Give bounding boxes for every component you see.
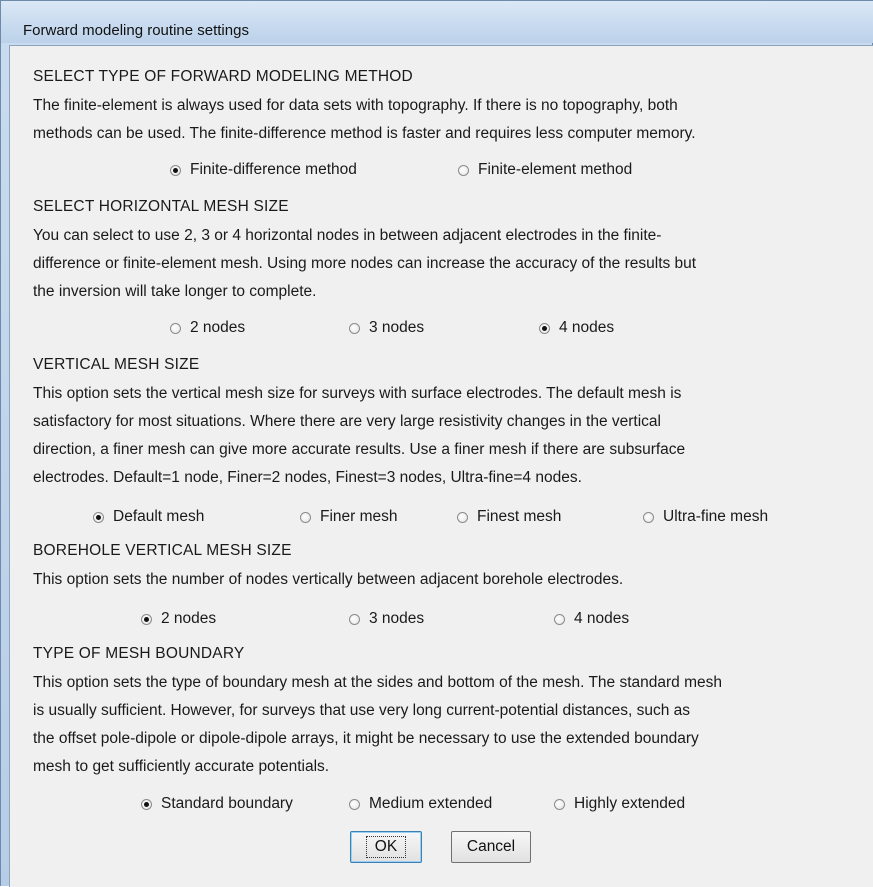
radio-medium-extended[interactable]: Medium extended — [349, 795, 492, 813]
radio-selected-indicator — [93, 511, 104, 523]
dialog-body: SELECT TYPE OF FORWARD MODELING METHOD T… — [9, 45, 873, 887]
radio-standard-boundary[interactable]: Standard boundary — [141, 795, 293, 813]
radio-label: 4 nodes — [574, 610, 630, 627]
dialog-window: Forward modeling routine settings SELECT… — [0, 0, 873, 887]
vertical-text-line: direction, a finer mesh can give more ac… — [33, 441, 686, 458]
radio-indicator — [458, 164, 469, 176]
borehole-text-line: This option sets the number of nodes ver… — [33, 571, 624, 588]
radio-label: 3 nodes — [369, 319, 425, 336]
radio-highly-extended[interactable]: Highly extended — [554, 795, 685, 813]
radio-indicator — [554, 798, 565, 810]
radio-indicator — [300, 511, 311, 523]
radio-selected-indicator — [141, 798, 152, 810]
radio-default-mesh[interactable]: Default mesh — [93, 508, 204, 526]
boundary-text-line: is usually sufficient. However, for surv… — [33, 702, 691, 719]
radio-borehole-4-nodes[interactable]: 4 nodes — [554, 610, 629, 628]
radio-label: Medium extended — [369, 795, 493, 812]
radio-borehole-3-nodes[interactable]: 3 nodes — [349, 610, 424, 628]
radio-ultra-fine-mesh[interactable]: Ultra-fine mesh — [643, 508, 768, 526]
radio-label: Finite-element method — [478, 161, 633, 178]
radio-label: Default mesh — [113, 508, 205, 525]
method-text-line: The finite-element is always used for da… — [33, 97, 678, 114]
radio-label: 2 nodes — [190, 319, 246, 336]
horizontal-heading: SELECT HORIZONTAL MESH SIZE — [33, 198, 289, 215]
horizontal-text-line: the inversion will take longer to comple… — [33, 283, 317, 300]
radio-finer-mesh[interactable]: Finer mesh — [300, 508, 398, 526]
radio-indicator — [554, 613, 565, 625]
method-text-line: methods can be used. The finite-differen… — [33, 125, 696, 142]
radio-finite-element[interactable]: Finite-element method — [458, 161, 632, 179]
cancel-button-label: Cancel — [466, 838, 516, 855]
window-title: Forward modeling routine settings — [23, 22, 249, 39]
radio-selected-indicator — [141, 613, 152, 625]
radio-indicator — [349, 613, 360, 625]
radio-indicator — [457, 511, 468, 523]
radio-selected-indicator — [170, 164, 181, 176]
radio-borehole-2-nodes[interactable]: 2 nodes — [141, 610, 216, 628]
radio-label: 2 nodes — [161, 610, 217, 627]
radio-label: Finite-difference method — [190, 161, 357, 178]
vertical-heading: VERTICAL MESH SIZE — [33, 356, 200, 373]
boundary-text-line: mesh to get sufficiently accurate potent… — [33, 758, 330, 775]
radio-horizontal-3-nodes[interactable]: 3 nodes — [349, 319, 424, 337]
radio-label: Finer mesh — [320, 508, 398, 525]
radio-label: Standard boundary — [161, 795, 293, 812]
title-bar[interactable]: Forward modeling routine settings — [1, 1, 873, 43]
boundary-heading: TYPE OF MESH BOUNDARY — [33, 645, 245, 662]
radio-label: Finest mesh — [477, 508, 562, 525]
radio-label: 4 nodes — [559, 319, 615, 336]
horizontal-text-line: You can select to use 2, 3 or 4 horizont… — [33, 227, 662, 244]
radio-indicator — [643, 511, 654, 523]
ok-button[interactable]: OK — [350, 831, 422, 863]
radio-label: 3 nodes — [369, 610, 425, 627]
radio-selected-indicator — [539, 322, 550, 334]
radio-indicator — [349, 322, 360, 334]
method-heading: SELECT TYPE OF FORWARD MODELING METHOD — [33, 68, 413, 85]
radio-indicator — [170, 322, 181, 334]
radio-indicator — [349, 798, 360, 810]
radio-horizontal-2-nodes[interactable]: 2 nodes — [170, 319, 245, 337]
radio-finite-difference[interactable]: Finite-difference method — [170, 161, 357, 179]
borehole-heading: BOREHOLE VERTICAL MESH SIZE — [33, 542, 292, 559]
radio-horizontal-4-nodes[interactable]: 4 nodes — [539, 319, 614, 337]
boundary-text-line: the offset pole-dipole or dipole-dipole … — [33, 730, 699, 747]
ok-button-label: OK — [365, 836, 407, 858]
radio-label: Highly extended — [574, 795, 686, 812]
radio-finest-mesh[interactable]: Finest mesh — [457, 508, 561, 526]
boundary-text-line: This option sets the type of boundary me… — [33, 674, 723, 691]
horizontal-text-line: difference or finite-element mesh. Using… — [33, 255, 697, 272]
radio-label: Ultra-fine mesh — [663, 508, 769, 525]
vertical-text-line: electrodes. Default=1 node, Finer=2 node… — [33, 469, 582, 486]
vertical-text-line: satisfactory for most situations. Where … — [33, 413, 661, 430]
cancel-button[interactable]: Cancel — [451, 831, 531, 863]
vertical-text-line: This option sets the vertical mesh size … — [33, 385, 682, 402]
